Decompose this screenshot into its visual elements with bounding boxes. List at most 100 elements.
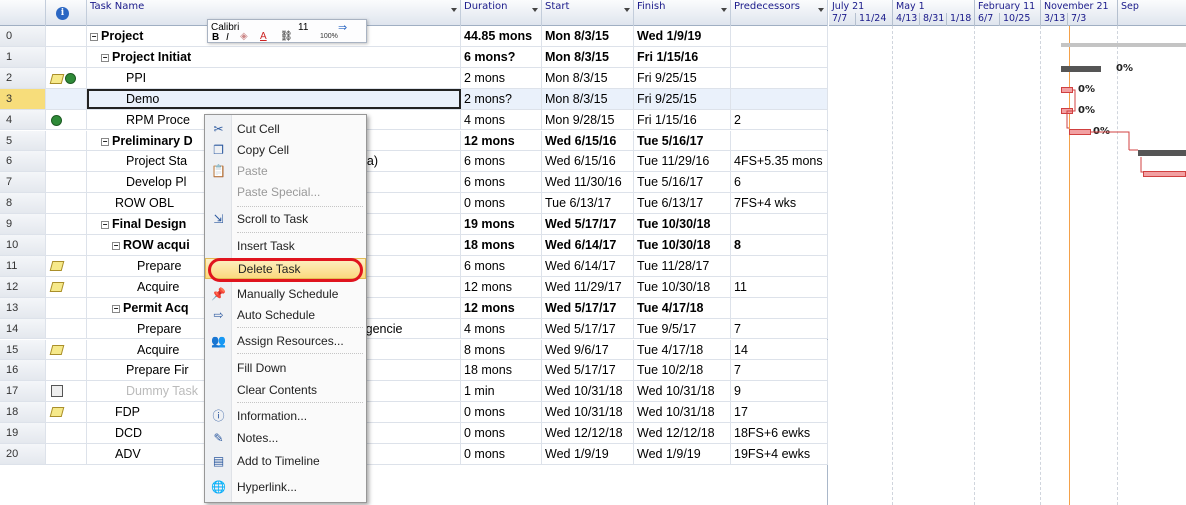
finish-cell[interactable]: Wed 10/31/18 xyxy=(634,402,731,423)
chevron-down-icon[interactable] xyxy=(818,8,824,12)
finish-cell[interactable]: Wed 12/12/18 xyxy=(634,423,731,443)
start-cell[interactable]: Mon 8/3/15 xyxy=(542,46,634,67)
table-row[interactable]: 14Prepareulatory Agencie4 monsWed 5/17/1… xyxy=(0,318,828,340)
finish-cell[interactable]: Wed 1/9/19 xyxy=(634,444,731,464)
table-row[interactable]: 12 Acquire 12 mons Wed 11/29/17 Tue 10/30/18… xyxy=(0,276,828,298)
predecessors-cell[interactable]: 7 xyxy=(731,318,828,339)
table-row[interactable]: 10 − ROW acqui 18 mons Wed 6/14/17 Tue 10/30/… xyxy=(0,235,828,256)
duration-cell[interactable]: 8 mons xyxy=(461,339,542,360)
finish-cell[interactable]: Tue 4/17/18 xyxy=(634,339,731,360)
duration-cell[interactable]: 18 mons xyxy=(461,235,542,255)
finish-cell[interactable]: Tue 11/29/16 xyxy=(634,151,731,172)
collapse-icon[interactable]: − xyxy=(101,53,109,62)
table-row[interactable]: 19 DCD 0 mons Wed 12/12/18 Wed 12/12/18 18FS+… xyxy=(0,423,828,444)
predecessors-cell[interactable] xyxy=(731,26,828,46)
predecessors-cell[interactable] xyxy=(731,130,828,151)
finish-cell[interactable]: Tue 5/16/17 xyxy=(634,130,731,151)
menu-item-hyperlink[interactable]: 🌐 Hyperlink... xyxy=(205,477,366,498)
finish-cell[interactable]: Tue 10/30/18 xyxy=(634,276,731,297)
row-id-cell[interactable]: 6 xyxy=(0,151,46,172)
start-cell[interactable]: Wed 9/6/17 xyxy=(542,339,634,360)
table-row[interactable]: 9 − Final Design 19 mons Wed 5/17/17 Tue 10/3… xyxy=(0,214,828,235)
duration-cell[interactable]: 4 mons xyxy=(461,318,542,339)
table-row[interactable]: 8 ROW OBL 0 mons Tue 6/13/17 Tue 6/13/17 7FS+… xyxy=(0,193,828,215)
menu-item-information[interactable]: ⓘ Information... xyxy=(205,406,366,427)
start-cell[interactable]: Mon 8/3/15 xyxy=(542,26,634,46)
font-color-icon[interactable]: A xyxy=(260,31,267,42)
menu-item-clear-contents[interactable]: Clear Contents xyxy=(205,380,366,401)
start-cell[interactable]: Wed 5/17/17 xyxy=(542,297,634,318)
start-cell[interactable]: Mon 8/3/15 xyxy=(542,88,634,109)
chevron-down-icon[interactable] xyxy=(451,8,457,12)
table-row[interactable]: 17 Dummy Task 1 min Wed 10/31/18 Wed 10/31/1… xyxy=(0,381,828,403)
collapse-icon[interactable]: − xyxy=(101,137,109,146)
duration-cell[interactable]: 0 mons xyxy=(461,193,542,214)
table-row[interactable]: 13 − Permit Acq 12 mons Wed 5/17/17 Tue 4/17/… xyxy=(0,297,828,319)
row-id-cell[interactable]: 12 xyxy=(0,276,46,297)
table-row[interactable]: 15 Acquire 8 mons Wed 9/6/17 Tue 4/17/18 14 xyxy=(0,339,828,361)
menu-item-auto-schedule[interactable]: ⇨ Auto Schedule xyxy=(205,305,366,326)
predecessors-cell[interactable] xyxy=(731,67,828,88)
calendar-icon[interactable] xyxy=(51,385,63,398)
start-cell[interactable]: Wed 11/29/17 xyxy=(542,276,634,297)
row-id-cell[interactable]: 15 xyxy=(0,339,46,360)
note-icon[interactable] xyxy=(49,281,65,292)
row-id-cell[interactable]: 20 xyxy=(0,444,46,464)
chevron-down-icon[interactable] xyxy=(721,8,727,12)
row-id-cell[interactable]: 9 xyxy=(0,214,46,234)
row-id-header[interactable] xyxy=(0,0,46,26)
chevron-down-icon[interactable] xyxy=(532,8,538,12)
finish-cell[interactable]: Fri 9/25/15 xyxy=(634,88,731,109)
chevron-down-icon[interactable] xyxy=(624,8,630,12)
row-id-cell[interactable]: 13 xyxy=(0,297,46,318)
note-icon[interactable] xyxy=(49,260,65,271)
start-cell[interactable]: Wed 6/14/17 xyxy=(542,255,634,276)
indicators-header[interactable]: i xyxy=(46,0,87,26)
table-row[interactable]: 18 FDP 0 mons Wed 10/31/18 Wed 10/31/18 17 xyxy=(0,402,828,424)
resource-icon[interactable] xyxy=(65,72,76,84)
duration-cell[interactable]: 1 min xyxy=(461,381,542,402)
start-cell[interactable]: Wed 10/31/18 xyxy=(542,402,634,423)
note-icon[interactable] xyxy=(49,344,65,355)
bold-button[interactable]: B xyxy=(212,32,219,43)
predecessors-cell[interactable]: 8 xyxy=(731,235,828,255)
row-id-cell[interactable]: 4 xyxy=(0,109,46,130)
table-row[interactable]: 16 Prepare Fir 18 mons Wed 5/17/17 Tue 10/2/… xyxy=(0,360,828,382)
zoom-button[interactable]: 100% xyxy=(320,33,338,40)
start-cell[interactable]: Wed 11/30/16 xyxy=(542,172,634,193)
start-header[interactable]: Start xyxy=(542,0,634,26)
menu-item-insert-task[interactable]: Insert Task xyxy=(205,236,366,257)
duration-cell[interactable]: 6 mons xyxy=(461,151,542,172)
finish-cell[interactable]: Tue 10/30/18 xyxy=(634,214,731,234)
menu-item-cut-cell[interactable]: ✂ Cut Cell xyxy=(205,119,366,140)
start-cell[interactable]: Wed 1/9/19 xyxy=(542,444,634,464)
finish-cell[interactable]: Fri 1/15/16 xyxy=(634,46,731,67)
menu-item-assign-resources[interactable]: 👥 Assign Resources... xyxy=(205,331,366,352)
predecessors-cell[interactable] xyxy=(731,255,828,276)
table-row[interactable]: 5 − Preliminary D 12 mons Wed 6/15/16 Tue 5/1… xyxy=(0,130,828,152)
duration-cell[interactable]: 0 mons xyxy=(461,402,542,423)
table-row[interactable]: 11 Prepare 6 mons Wed 6/14/17 Tue 11/28/17 xyxy=(0,255,828,277)
start-cell[interactable]: Wed 10/31/18 xyxy=(542,381,634,402)
duration-cell[interactable]: 12 mons xyxy=(461,297,542,318)
duration-cell[interactable]: 2 mons? xyxy=(461,88,542,109)
highlight-icon[interactable]: ◈ xyxy=(240,31,248,42)
row-id-cell[interactable]: 3 xyxy=(0,88,46,109)
predecessors-cell[interactable]: 17 xyxy=(731,402,828,423)
finish-cell[interactable]: Fri 9/25/15 xyxy=(634,67,731,88)
predecessors-cell[interactable]: 7FS+4 wks xyxy=(731,193,828,214)
row-id-cell[interactable]: 7 xyxy=(0,172,46,193)
finish-cell[interactable]: Tue 5/16/17 xyxy=(634,172,731,193)
row-id-cell[interactable]: 0 xyxy=(0,26,46,46)
predecessors-cell[interactable] xyxy=(731,297,828,318)
menu-item-notes[interactable]: ✎ Notes... xyxy=(205,428,366,449)
finish-cell[interactable]: Tue 10/30/18 xyxy=(634,235,731,255)
row-id-cell[interactable]: 19 xyxy=(0,423,46,443)
table-row[interactable]: 1− Project Initiat 6 mons? Mon 8/3/15 Fri 1/… xyxy=(0,46,828,68)
task-name-cell[interactable]: Demo xyxy=(87,88,461,109)
table-row[interactable]: 20 ADV 0 mons Wed 1/9/19 Wed 1/9/19 19FS+4 ew… xyxy=(0,444,828,465)
duration-cell[interactable]: 0 mons xyxy=(461,423,542,443)
link-icon[interactable]: ⛓ xyxy=(280,31,293,42)
collapse-icon[interactable]: − xyxy=(112,242,120,250)
table-row[interactable]: 0 − Project 44.85 mons Mon 8/3/15 Wed 1/9/19 xyxy=(0,26,828,47)
